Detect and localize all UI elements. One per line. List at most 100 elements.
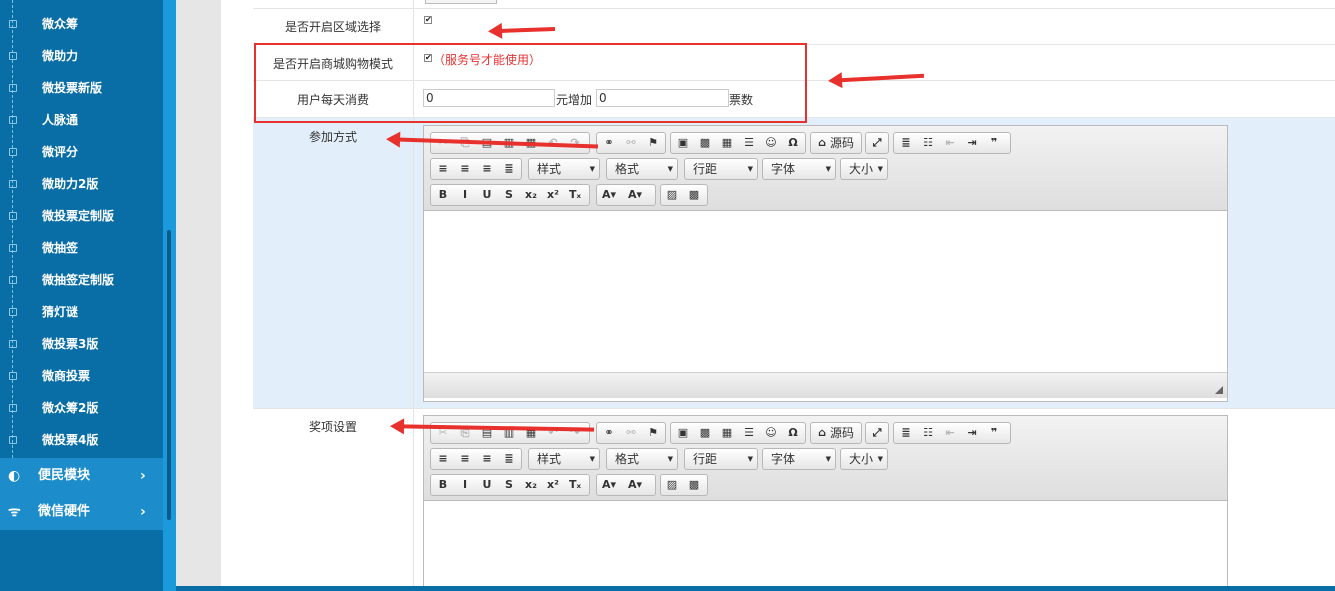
join-editor[interactable]: ✂⎘▤▥▦↶↷⚭⚯⚑▣▩▦☰☺Ω⌂源码⤢≣☷⇤⇥❞≡≡≡≣样式▼格式▼行距▼字体…	[423, 125, 1228, 402]
sidebar-item[interactable]: 微众筹2版	[0, 392, 163, 424]
sidebar-item[interactable]: 微助力	[0, 40, 163, 72]
image-icon[interactable]: ▣	[675, 135, 691, 151]
sidebar-item[interactable]: 微投票3版	[0, 328, 163, 360]
editor-body[interactable]	[424, 211, 1227, 372]
italic-icon[interactable]: I	[457, 477, 473, 493]
smiley-icon[interactable]: ☺	[763, 425, 779, 441]
subscript-icon[interactable]: x₂	[523, 477, 539, 493]
sidebar-item[interactable]: 微助力2版	[0, 168, 163, 200]
line-height-select[interactable]: 行距 ▼	[684, 448, 758, 470]
sidebar-item[interactable]: 微抽签定制版	[0, 264, 163, 296]
sidebar-item[interactable]: 微抽签	[0, 232, 163, 264]
align-left-icon[interactable]: ≡	[435, 161, 451, 177]
module-bianmin[interactable]: ◐ 便民模块 ›	[0, 458, 163, 494]
unlink-icon[interactable]: ⚯	[623, 425, 639, 441]
align-right-icon[interactable]: ≡	[479, 451, 495, 467]
qrcode-icon[interactable]: ▩	[686, 187, 702, 203]
size-select[interactable]: 大小 ▼	[840, 448, 888, 470]
flash-icon[interactable]: ▩	[697, 135, 713, 151]
numbered-list-icon[interactable]: ≣	[898, 425, 914, 441]
format-select[interactable]: 格式 ▼	[606, 448, 678, 470]
bullet-list-icon[interactable]: ☷	[920, 425, 936, 441]
hr-icon[interactable]: ☰	[741, 135, 757, 151]
justify-icon[interactable]: ≣	[501, 451, 517, 467]
link-icon[interactable]: ⚭	[601, 425, 617, 441]
blockquote-icon[interactable]: ❞	[986, 135, 1002, 151]
underline-icon[interactable]: U	[479, 187, 495, 203]
anchor-icon[interactable]: ⚑	[645, 135, 661, 151]
size-select[interactable]: 大小 ▼	[840, 158, 888, 180]
flash-icon[interactable]: ▩	[697, 425, 713, 441]
sidebar-item[interactable]: 微评分	[0, 136, 163, 168]
indent-icon[interactable]: ⇥	[964, 425, 980, 441]
smiley-icon[interactable]: ☺	[763, 135, 779, 151]
outdent-icon[interactable]: ⇤	[942, 425, 958, 441]
image-icon[interactable]: ▣	[675, 425, 691, 441]
numbered-list-icon[interactable]: ≣	[898, 135, 914, 151]
style-select[interactable]: 样式 ▼	[528, 448, 600, 470]
sidebar-item[interactable]: 猜灯谜	[0, 296, 163, 328]
text-color-icon[interactable]: A▾	[601, 187, 617, 203]
module-hardware[interactable]: ᯤ 微信硬件 ›	[0, 494, 163, 530]
source-icon[interactable]: ⌂	[814, 135, 830, 151]
source-icon[interactable]: ⌂	[814, 425, 830, 441]
align-left-icon[interactable]: ≡	[435, 451, 451, 467]
partial-field[interactable]	[425, 0, 497, 4]
sidebar-item[interactable]: 微投票4版	[0, 424, 163, 456]
scrollbar-thumb[interactable]	[167, 230, 171, 520]
template-icon[interactable]: ▨	[664, 477, 680, 493]
toolbar-group: B I U Sx₂ x² Tₓ	[430, 184, 590, 206]
superscript-icon[interactable]: x²	[545, 187, 561, 203]
italic-icon[interactable]: I	[457, 187, 473, 203]
special-char-icon[interactable]: Ω	[785, 425, 801, 441]
subscript-icon[interactable]: x₂	[523, 187, 539, 203]
text-color-icon[interactable]: A▾	[601, 477, 617, 493]
strike-icon[interactable]: S	[501, 477, 517, 493]
strike-icon[interactable]: S	[501, 187, 517, 203]
outdent-icon[interactable]: ⇤	[942, 135, 958, 151]
bold-icon[interactable]: B	[435, 187, 451, 203]
sidebar-item[interactable]: 微众筹	[0, 8, 163, 40]
bullet-list-icon[interactable]: ☷	[920, 135, 936, 151]
justify-icon[interactable]: ≣	[501, 161, 517, 177]
font-select[interactable]: 字体 ▼	[762, 158, 836, 180]
clear-format-icon[interactable]: Tₓ	[567, 187, 583, 203]
sidebar-item[interactable]: 人脉通	[0, 104, 163, 136]
blockquote-icon[interactable]: ❞	[986, 425, 1002, 441]
sidebar-item[interactable]: 微投票新版	[0, 72, 163, 104]
qrcode-icon[interactable]: ▩	[686, 477, 702, 493]
special-char-icon[interactable]: Ω	[785, 135, 801, 151]
clear-format-icon[interactable]: Tₓ	[567, 477, 583, 493]
chevron-down-icon: ▼	[747, 165, 753, 173]
area-select-checkbox[interactable]: ✔	[424, 16, 432, 24]
maximize-icon[interactable]: ⤢	[869, 425, 885, 441]
font-select[interactable]: 字体 ▼	[762, 448, 836, 470]
unlink-icon[interactable]: ⚯	[623, 135, 639, 151]
hr-icon[interactable]: ☰	[741, 425, 757, 441]
format-select[interactable]: 格式 ▼	[606, 158, 678, 180]
prize-editor[interactable]: ✂ ⎘ ▤ ▥ ▦ ↶ ↷ ⚭ ⚯ ⚑ ▣ ▩ ▦ ☰ ☺ Ω ⌂ 源码 ⤢ ≣ ☷ ⇤ ⇥ ❞ ≡ ≡ ≡ ≣ 样式 ▼ 格式 ▼ 行距 ▼ 字体…	[423, 415, 1228, 591]
line-height-select[interactable]: 行距 ▼	[684, 158, 758, 180]
indent-icon[interactable]: ⇥	[964, 135, 980, 151]
sidebar-item[interactable]: 微投票定制版	[0, 200, 163, 232]
style-select[interactable]: 样式 ▼	[528, 158, 600, 180]
sidebar-item[interactable]: 微商投票	[0, 360, 163, 392]
bold-icon[interactable]: B	[435, 477, 451, 493]
table-icon[interactable]: ▦	[719, 425, 735, 441]
superscript-icon[interactable]: x²	[545, 477, 561, 493]
template-icon[interactable]: ▨	[664, 187, 680, 203]
editor-body[interactable]	[424, 501, 1227, 591]
resize-grip-icon[interactable]	[1215, 386, 1223, 394]
align-center-icon[interactable]: ≡	[457, 161, 473, 177]
underline-icon[interactable]: U	[479, 477, 495, 493]
sidebar-scrollbar[interactable]	[163, 0, 176, 591]
bg-color-icon[interactable]: A▾	[627, 187, 643, 203]
maximize-icon[interactable]: ⤢	[869, 135, 885, 151]
tree-node-icon	[9, 404, 17, 412]
align-right-icon[interactable]: ≡	[479, 161, 495, 177]
table-icon[interactable]: ▦	[719, 135, 735, 151]
link-icon[interactable]: ⚭	[601, 135, 617, 151]
align-center-icon[interactable]: ≡	[457, 451, 473, 467]
bg-color-icon[interactable]: A▾	[627, 477, 643, 493]
anchor-icon[interactable]: ⚑	[645, 425, 661, 441]
